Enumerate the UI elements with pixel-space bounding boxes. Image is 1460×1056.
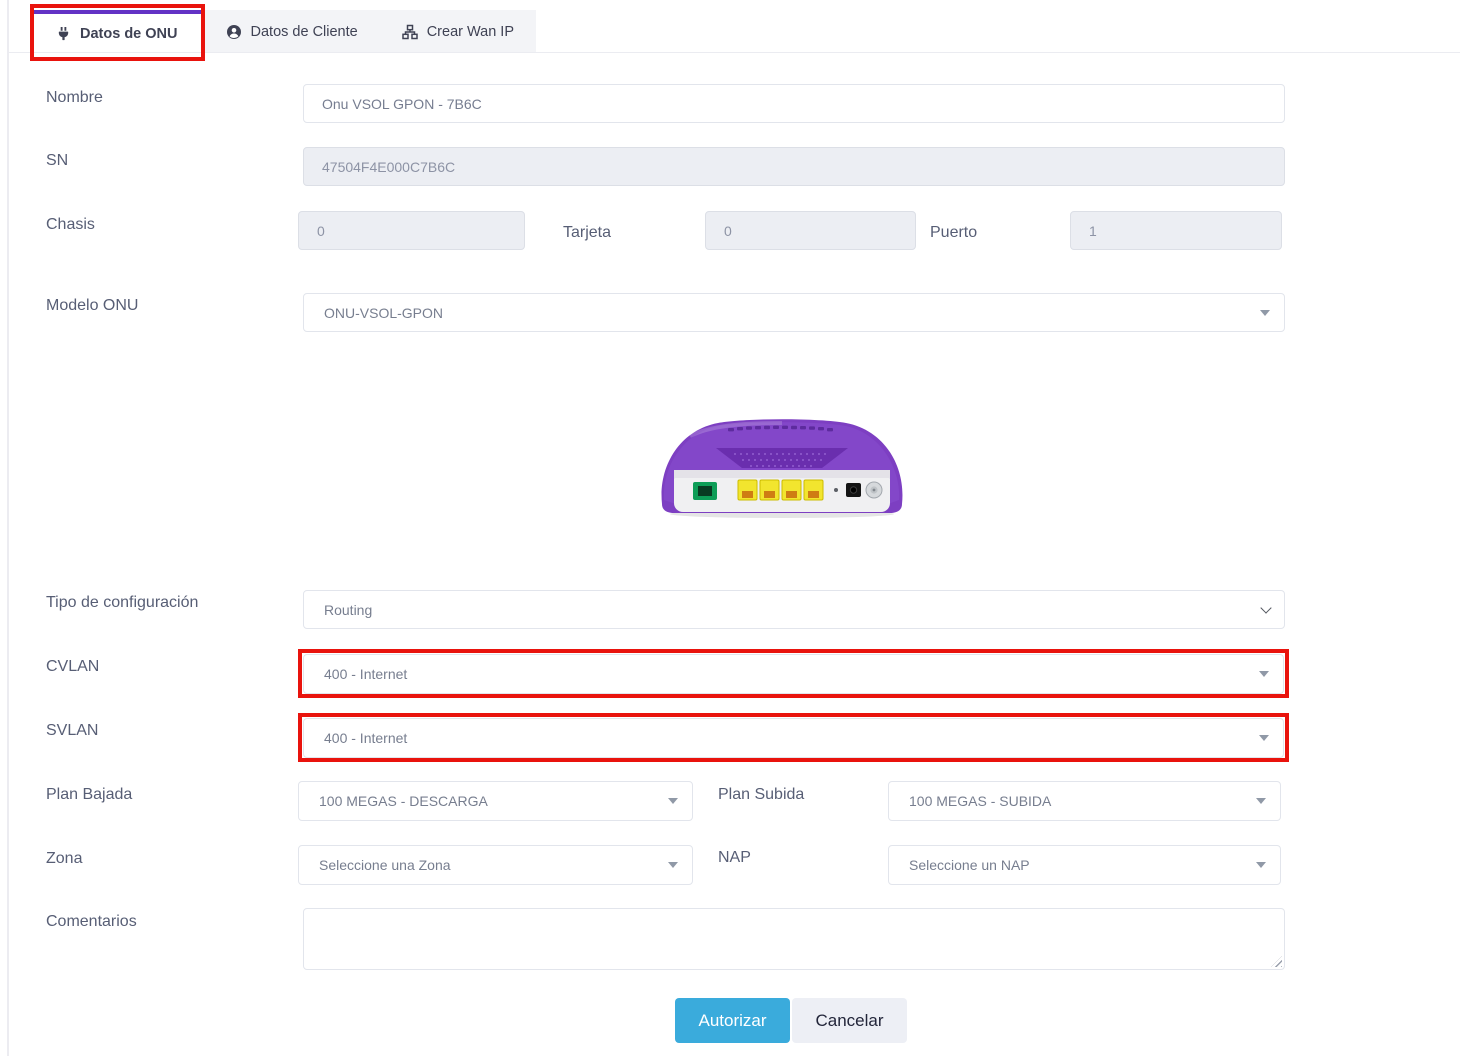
autorizar-button[interactable]: Autorizar xyxy=(675,998,790,1043)
chevron-down-icon xyxy=(1260,602,1271,613)
tab-datos-de-cliente[interactable]: Datos de Cliente xyxy=(204,10,380,53)
cvlan-value: 400 - Internet xyxy=(324,666,407,682)
nap-value: Seleccione un NAP xyxy=(909,857,1030,873)
chevron-down-icon xyxy=(1256,862,1266,868)
nombre-label: Nombre xyxy=(46,89,103,107)
tab-label: Crear Wan IP xyxy=(427,24,514,40)
nap-select[interactable]: Seleccione un NAP xyxy=(888,845,1281,885)
sn-label: SN xyxy=(46,152,68,170)
left-edge-divider xyxy=(7,0,9,1056)
svlan-label: SVLAN xyxy=(46,722,98,740)
plan-subida-label: Plan Subida xyxy=(718,786,804,804)
onu-authorization-form: Datos de ONU Datos de Cliente Crear Wan … xyxy=(0,0,1460,1056)
nombre-input[interactable] xyxy=(303,84,1285,123)
onu-device-image xyxy=(650,408,914,525)
chevron-down-icon xyxy=(668,862,678,868)
modelo-onu-value: ONU-VSOL-GPON xyxy=(324,305,443,321)
cancelar-button[interactable]: Cancelar xyxy=(792,998,907,1043)
modelo-onu-label: Modelo ONU xyxy=(46,297,138,315)
tab-crear-wan-ip[interactable]: Crear Wan IP xyxy=(380,10,536,53)
chevron-down-icon xyxy=(1259,735,1269,741)
plan-subida-value: 100 MEGAS - SUBIDA xyxy=(909,793,1051,809)
comentarios-textarea[interactable] xyxy=(303,908,1285,970)
nap-label: NAP xyxy=(718,849,751,867)
plan-bajada-label: Plan Bajada xyxy=(46,786,132,804)
cvlan-select[interactable]: 400 - Internet xyxy=(303,654,1284,694)
chevron-down-icon xyxy=(1260,310,1270,316)
cvlan-label: CVLAN xyxy=(46,658,99,676)
chevron-down-icon xyxy=(1256,798,1266,804)
tipo-configuracion-select[interactable]: Routing xyxy=(303,590,1285,629)
sitemap-icon xyxy=(402,24,418,40)
tab-label: Datos de ONU xyxy=(80,26,178,42)
plan-subida-select[interactable]: 100 MEGAS - SUBIDA xyxy=(888,781,1281,821)
zona-value: Seleccione una Zona xyxy=(319,857,451,873)
tab-bar-divider xyxy=(8,52,1460,53)
chasis-label: Chasis xyxy=(46,216,95,234)
plug-icon xyxy=(56,26,71,41)
plan-bajada-value: 100 MEGAS - DESCARGA xyxy=(319,793,488,809)
modelo-onu-select[interactable]: ONU-VSOL-GPON xyxy=(303,293,1285,332)
sn-input xyxy=(303,147,1285,186)
tab-label: Datos de Cliente xyxy=(251,24,358,40)
svlan-value: 400 - Internet xyxy=(324,730,407,746)
zona-label: Zona xyxy=(46,850,82,868)
chasis-input xyxy=(298,211,525,250)
puerto-input xyxy=(1070,211,1282,250)
chevron-down-icon xyxy=(668,798,678,804)
tipo-configuracion-value: Routing xyxy=(324,602,372,618)
puerto-label: Puerto xyxy=(930,224,977,242)
tarjeta-label: Tarjeta xyxy=(563,224,611,242)
zona-select[interactable]: Seleccione una Zona xyxy=(298,845,693,885)
user-circle-icon xyxy=(226,24,242,40)
comentarios-label: Comentarios xyxy=(46,913,137,931)
svlan-select[interactable]: 400 - Internet xyxy=(303,718,1284,758)
tab-datos-de-onu[interactable]: Datos de ONU xyxy=(30,10,204,53)
plan-bajada-select[interactable]: 100 MEGAS - DESCARGA xyxy=(298,781,693,821)
tipo-configuracion-label: Tipo de configuración xyxy=(46,594,198,612)
tarjeta-input xyxy=(705,211,916,250)
chevron-down-icon xyxy=(1259,671,1269,677)
tab-bar: Datos de ONU Datos de Cliente Crear Wan … xyxy=(30,10,536,53)
